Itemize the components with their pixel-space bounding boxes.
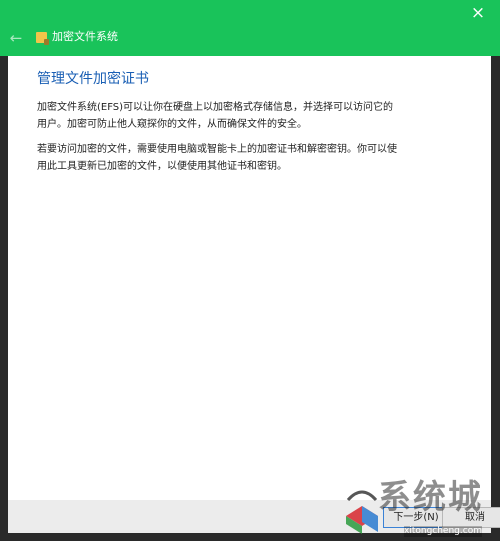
title-bar: × ← 加密文件系统 [0, 0, 500, 56]
watermark-url: xitongcheng.com [404, 526, 482, 537]
close-button[interactable]: × [456, 0, 500, 28]
back-arrow-icon[interactable]: ← [6, 28, 26, 48]
wizard-content-pane: 管理文件加密证书 加密文件系统(EFS)可以让你在硬盘上以加密格式存储信息，并选… [8, 56, 491, 500]
window-title: 加密文件系统 [52, 30, 118, 43]
watermark-text: 系统城 [378, 477, 483, 516]
page-heading: 管理文件加密证书 [37, 71, 149, 87]
description-paragraph-2: 若要访问加密的文件，需要使用电脑或智能卡上的加密证书和解密密钥。你可以使用此工具… [37, 144, 397, 172]
efs-wizard-window: × ← 加密文件系统 管理文件加密证书 加密文件系统(EFS)可以让你在硬盘上以… [0, 0, 500, 541]
certificate-key-icon [36, 32, 49, 45]
description-paragraph-1: 加密文件系统(EFS)可以让你在硬盘上以加密格式存储信息，并选择可以访问它的用户… [37, 102, 394, 130]
